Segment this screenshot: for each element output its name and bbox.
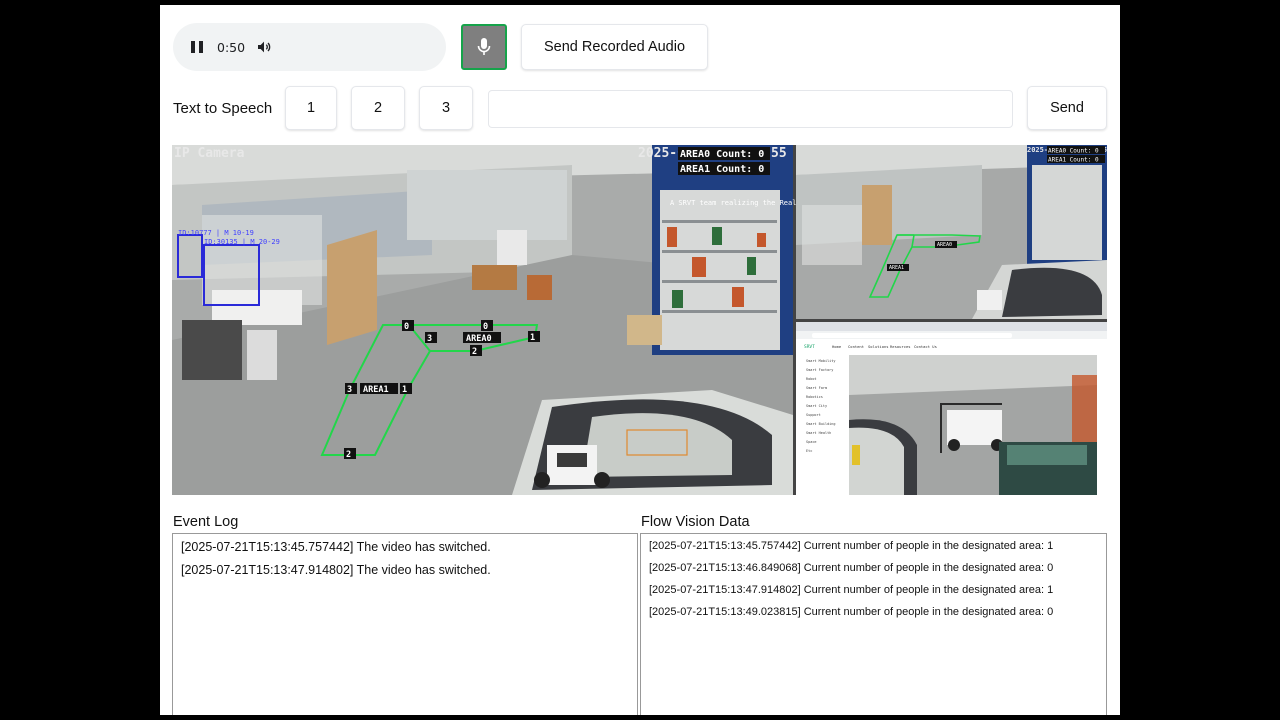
browser-menu-item: Smart Farm <box>806 386 827 390</box>
area1-label: AREA1 <box>363 385 389 395</box>
send-recorded-audio-button[interactable]: Send Recorded Audio <box>521 24 708 70</box>
tts-label: Text to Speech <box>173 100 273 117</box>
area-vertex-label: 2 <box>472 347 477 357</box>
browser-menu-item: Space <box>806 440 817 444</box>
side-area1-count: AREA1 Count: 0 <box>1048 157 1099 164</box>
browser-menu-item: Robotics <box>806 395 823 399</box>
browser-view: SRVT Home Content Solutions Resources Co… <box>796 322 1107 495</box>
tts-input[interactable] <box>488 90 1013 128</box>
event-log-entry: [2025-07-21T15:13:45.757442] The video h… <box>181 540 491 554</box>
microphone-button[interactable] <box>461 24 507 70</box>
area-vertex-label: 0 <box>483 322 488 332</box>
browser-logo: SRVT <box>804 344 815 350</box>
browser-menu-item: Support <box>806 413 821 417</box>
browser-menu-item: Smart Mobility <box>806 359 836 363</box>
tts-preset-3-button[interactable]: 3 <box>419 86 473 130</box>
tts-send-button[interactable]: Send <box>1027 86 1107 130</box>
browser-menu-item: Etc <box>806 449 812 453</box>
browser-menu-item: Robot <box>806 377 817 381</box>
tts-preset-1-button[interactable]: 1 <box>285 86 337 130</box>
browser-menu-item: Smart City <box>806 404 827 408</box>
flow-vision-panel[interactable]: [2025-07-21T15:13:45.757442] Current num… <box>640 533 1107 715</box>
side-area0-count: AREA0 Count: 0 <box>1048 148 1099 155</box>
side-camera-view: AREA0 AREA1 2025-07-21 15:13:55 AREA0 Co… <box>796 145 1107 319</box>
flow-vision-title: Flow Vision Data <box>641 514 750 530</box>
side-area0-label: AREA0 <box>937 242 952 248</box>
area1-count: AREA1 Count: 0 <box>680 164 764 175</box>
camera-title: IP Camera <box>174 146 245 161</box>
browser-menu-item: Smart Health <box>806 431 831 435</box>
page: 0:50 Send Recorded Audio Text to Speech … <box>160 5 1120 715</box>
browser-menu-item: Smart Building <box>806 422 836 426</box>
browser-nav: Resources <box>890 344 911 349</box>
area0-count: AREA0 Count: 0 <box>680 149 764 160</box>
area-vertex-label: 1 <box>402 385 407 395</box>
browser-menu-item: Smart Factory <box>806 368 833 372</box>
area-vertex-label: 3 <box>427 334 432 344</box>
area-vertex-label: 3 <box>347 385 352 395</box>
area0-label: AREA0 <box>466 334 492 344</box>
flow-vision-entry: [2025-07-21T15:13:49.023815] Current num… <box>649 606 1054 618</box>
browser-nav: Contact Us <box>914 344 937 349</box>
event-log-title: Event Log <box>173 514 239 530</box>
area-vertex-label: 0 <box>404 322 409 332</box>
flow-vision-entry: [2025-07-21T15:13:46.849068] Current num… <box>649 562 1054 574</box>
pause-icon[interactable] <box>191 41 203 53</box>
audio-player[interactable]: 0:50 <box>173 23 446 71</box>
volume-icon[interactable] <box>255 39 273 55</box>
browser-nav: Content <box>848 344 864 349</box>
main-camera-view: A SRVT team realizing the Real-World ID:… <box>172 145 822 495</box>
event-log-panel[interactable]: [2025-07-21T15:13:45.757442] The video h… <box>172 533 638 715</box>
video-feed: A SRVT team realizing the Real-World ID:… <box>172 145 1107 495</box>
microphone-icon <box>477 38 491 55</box>
area-vertex-label: 1 <box>530 333 535 343</box>
flow-vision-entry: [2025-07-21T15:13:45.757442] Current num… <box>649 540 1054 552</box>
audio-time: 0:50 <box>217 39 246 55</box>
flow-vision-entry: [2025-07-21T15:13:47.914802] Current num… <box>649 584 1054 596</box>
detection-label: ID:30135 | M 20-29 <box>204 238 280 246</box>
browser-nav: Home <box>832 344 842 349</box>
side-area1-label: AREA1 <box>889 265 904 271</box>
detection-label: ID:10777 | M 10-19 <box>178 229 254 237</box>
event-log-entry: [2025-07-21T15:13:47.914802] The video h… <box>181 563 491 577</box>
area-vertex-label: 2 <box>346 450 351 460</box>
browser-nav: Solutions <box>868 344 889 349</box>
tts-preset-2-button[interactable]: 2 <box>351 86 405 130</box>
